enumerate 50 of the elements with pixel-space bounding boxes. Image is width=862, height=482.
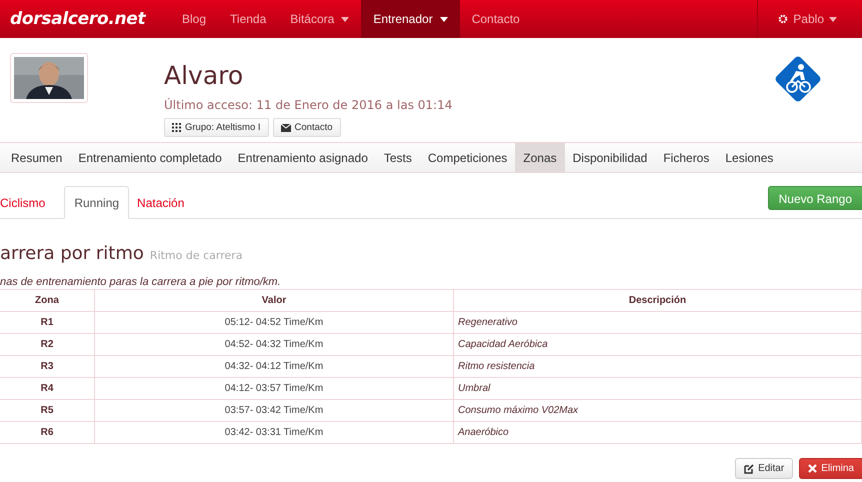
table-cell: Regenerativo xyxy=(454,312,862,334)
table-cell: R2 xyxy=(0,334,94,356)
athlete-name: Alvaro xyxy=(164,60,244,92)
group-button[interactable]: Grupo: Ateltismo I xyxy=(164,118,269,137)
table-cell: R4 xyxy=(0,378,94,400)
edit-button[interactable]: Editar xyxy=(735,458,794,479)
caret-icon xyxy=(829,16,837,22)
sport-tab[interactable]: Ciclismo xyxy=(0,187,56,218)
table-cell: Consumo máximo V02Max xyxy=(454,400,862,422)
section-tab[interactable]: Lesiones xyxy=(717,143,782,172)
table-cell: Capacidad Aeróbica xyxy=(454,334,862,356)
table-cell: Anaeróbico xyxy=(454,422,862,444)
section-tab[interactable]: Zonas xyxy=(515,143,565,172)
table-cell: 04:12- 03:57 Time/Km xyxy=(94,378,454,400)
table-cell: 05:12- 04:52 Time/Km xyxy=(94,312,454,334)
contact-button[interactable]: Contacto xyxy=(272,118,341,137)
section-tab[interactable]: Disponibilidad xyxy=(564,143,656,172)
column-header: Valor xyxy=(94,290,454,312)
table-cell: Umbral xyxy=(454,378,862,400)
envelope-icon xyxy=(280,124,291,132)
site-logo[interactable]: dorsalcero.net xyxy=(0,0,170,38)
table-cell: R6 xyxy=(0,422,94,444)
last-access-text: Último acceso: 11 de Enero de 2016 a las 01:14 xyxy=(164,98,452,112)
description-text: nas de entrenamiento paras la carrera a pie por ritmo/km. xyxy=(0,276,282,288)
table-cell: 04:52- 04:32 Time/Km xyxy=(94,334,454,356)
section-tab[interactable]: Entrenamiento asignado xyxy=(230,143,376,172)
sport-tab[interactable]: Running xyxy=(64,186,130,219)
column-header: Zona xyxy=(0,290,94,312)
table-cell: 03:42- 03:31 Time/Km xyxy=(94,422,454,444)
section-tab[interactable]: Resumen xyxy=(3,143,70,172)
grid-icon xyxy=(172,123,181,132)
section-tab[interactable]: Tests xyxy=(376,143,420,172)
table-cell: 03:57- 03:42 Time/Km xyxy=(94,400,454,422)
section-subheading: Ritmo de carrera xyxy=(150,249,243,262)
table-cell: R3 xyxy=(0,356,94,378)
table-cell: Ritmo resistencia xyxy=(454,356,862,378)
edit-icon xyxy=(744,464,754,474)
close-icon xyxy=(808,464,818,473)
table-cell: R5 xyxy=(0,400,94,422)
delete-button[interactable]: Elimina xyxy=(799,458,862,479)
table-cell: R1 xyxy=(0,312,94,334)
section-tab[interactable]: Entrenamiento completado xyxy=(70,143,230,172)
section-tab[interactable]: Competiciones xyxy=(420,143,516,172)
gear-icon xyxy=(778,14,788,24)
section-heading: arrera por ritmo xyxy=(0,243,144,264)
column-header: Descripción xyxy=(454,290,862,312)
nav-link[interactable]: Entrenador xyxy=(361,0,460,38)
sport-tab[interactable]: Natación xyxy=(137,187,196,218)
section-tab[interactable]: Ficheros xyxy=(655,143,718,172)
table-cell: 04:32- 04:12 Time/Km xyxy=(94,356,454,378)
